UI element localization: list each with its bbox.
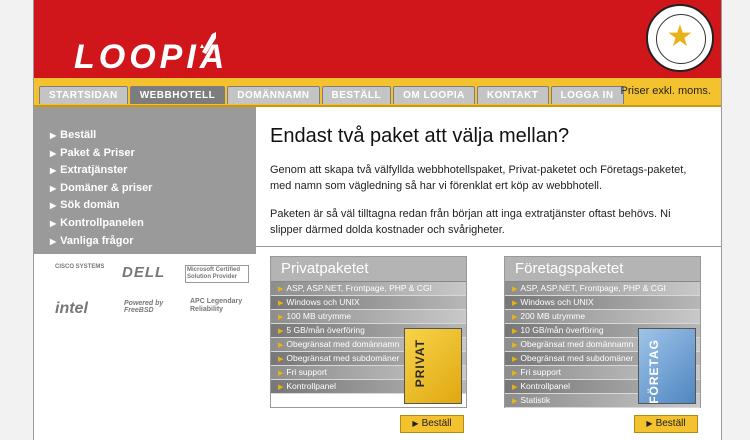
arrow-right-icon: ▶ bbox=[278, 384, 284, 391]
arrow-right-icon: ▶ bbox=[646, 419, 653, 428]
tab-domannamn[interactable]: DOMÄNNAMN bbox=[227, 86, 320, 104]
star-icon: ★ bbox=[666, 20, 694, 53]
product-box-label: PRIVAT bbox=[413, 339, 427, 388]
arrow-right-icon: ▶ bbox=[50, 148, 57, 158]
dell-logo: DELL bbox=[122, 264, 166, 281]
arrow-right-icon: ▶ bbox=[512, 384, 518, 391]
arrow-right-icon: ▶ bbox=[50, 236, 57, 246]
arrow-right-icon: ▶ bbox=[512, 314, 518, 321]
feature-item: ▶ ASP, ASP.NET, Frontpage, PHP & CGI bbox=[271, 282, 466, 296]
sidebar-item-bestall[interactable]: ▶ Beställ bbox=[50, 127, 256, 145]
arrow-right-icon: ▶ bbox=[278, 300, 284, 307]
sidebar-item-sok-doman[interactable]: ▶ Sök domän bbox=[50, 197, 256, 215]
info-paragraph: Paketen är så väl tilltagna redan från b… bbox=[270, 208, 671, 236]
arrow-right-icon: ▶ bbox=[50, 218, 57, 228]
sidebar-item-label: Paket & Priser bbox=[60, 146, 135, 159]
tab-logga-in[interactable]: LOGGA IN bbox=[550, 86, 624, 104]
arrow-right-icon: ▶ bbox=[412, 419, 419, 428]
feature-item: ▶ Windows och UNIX bbox=[271, 296, 466, 310]
arrow-right-icon: ▶ bbox=[278, 314, 284, 321]
arrow-right-icon: ▶ bbox=[512, 300, 518, 307]
sidebar-item-vanliga-fragor[interactable]: ▶ Vanliga frågor bbox=[50, 233, 256, 251]
arrow-right-icon: ▶ bbox=[512, 328, 518, 335]
arrow-right-icon: ▶ bbox=[50, 183, 57, 193]
intro-paragraph: Genom att skapa två välfyllda webbhotell… bbox=[270, 164, 687, 192]
sidebar-item-kontrollpanelen[interactable]: ▶ Kontrollpanelen bbox=[50, 215, 256, 233]
order-button-privat[interactable]: ▶ Beställ bbox=[400, 415, 464, 433]
product-box-foretag: FÖRETAG bbox=[638, 328, 696, 404]
product-box-label: FÖRETAG bbox=[647, 339, 661, 404]
sidebar-item-label: Kontrollpanelen bbox=[60, 216, 144, 229]
sidebar-item-label: Domäner & priser bbox=[60, 181, 153, 194]
intel-logo: intel bbox=[55, 300, 88, 317]
freebsd-logo: Powered by FreeBSD bbox=[124, 300, 164, 314]
sidebar: ▶ Beställ ▶ Paket & Priser ▶ Extratjänster … bbox=[34, 107, 256, 254]
microsoft-certified-logo: Microsoft Certified Solution Provider bbox=[185, 265, 249, 283]
sidebar-item-label: Vanliga frågor bbox=[60, 234, 134, 247]
feature-item: ▶ Windows och UNIX bbox=[505, 296, 700, 310]
page-title: Endast två paket att välja mellan? bbox=[270, 125, 570, 147]
arrow-right-icon: ▶ bbox=[278, 370, 284, 377]
arrow-right-icon: ▶ bbox=[512, 370, 518, 377]
arrow-right-icon: ▶ bbox=[50, 166, 57, 176]
arrow-right-icon: ▶ bbox=[50, 201, 57, 211]
tab-bestall[interactable]: BESTÄLL bbox=[321, 86, 392, 104]
package-title: Företagspaketet bbox=[505, 257, 700, 282]
sidebar-item-label: Beställ bbox=[60, 129, 97, 141]
arrow-right-icon: ▶ bbox=[278, 356, 284, 363]
apc-logo: APC Legendary Reliability bbox=[190, 298, 243, 313]
feature-item: ▶ 100 MB utrymme bbox=[271, 310, 466, 324]
feature-item: ▶ ASP, ASP.NET, Frontpage, PHP & CGI bbox=[505, 282, 700, 296]
header: LOOPIA ★ bbox=[34, 0, 721, 78]
sidebar-item-extratjanster[interactable]: ▶ Extratjänster bbox=[50, 162, 256, 180]
sidebar-item-label: Extratjänster bbox=[60, 164, 128, 177]
order-button-foretag[interactable]: ▶ Beställ bbox=[634, 415, 698, 433]
tab-kontakt[interactable]: KONTAKT bbox=[476, 86, 549, 104]
arrow-right-icon: ▶ bbox=[278, 342, 284, 349]
tab-om-loopia[interactable]: OM LOOPIA bbox=[393, 86, 475, 104]
cisco-logo: CISCO SYSTEMS bbox=[55, 264, 105, 270]
arrow-right-icon: ▶ bbox=[512, 398, 518, 405]
sidebar-item-paket-priser[interactable]: ▶ Paket & Priser bbox=[50, 145, 256, 163]
prices-note: Priser exkl. moms. bbox=[620, 85, 711, 97]
arrow-right-icon: ▶ bbox=[512, 356, 518, 363]
sidebar-item-label: Sök domän bbox=[60, 199, 120, 212]
arrow-right-icon: ▶ bbox=[512, 286, 518, 293]
product-box-privat: PRIVAT bbox=[404, 328, 462, 404]
arrow-right-icon: ▶ bbox=[50, 131, 57, 140]
feature-item: ▶ 200 MB utrymme bbox=[505, 310, 700, 324]
order-button-label: Beställ bbox=[421, 418, 452, 429]
tab-list: STARTSIDAN WEBBHOTELL DOMÄNNAMN BESTÄLL … bbox=[39, 86, 626, 104]
arrow-right-icon: ▶ bbox=[278, 286, 284, 293]
arrow-right-icon: ▶ bbox=[278, 328, 284, 335]
sidebar-item-domaner-priser[interactable]: ▶ Domäner & priser bbox=[50, 180, 256, 198]
tab-webbhotell[interactable]: WEBBHOTELL bbox=[129, 86, 226, 104]
rocket-icon bbox=[200, 32, 216, 56]
arrow-right-icon: ▶ bbox=[512, 342, 518, 349]
tab-startsidan[interactable]: STARTSIDAN bbox=[39, 86, 128, 104]
page: LOOPIA ★ STARTSIDAN WEBBHOTELL DOMÄNNAMN… bbox=[33, 0, 722, 440]
sidebar-menu: ▶ Beställ ▶ Paket & Priser ▶ Extratjänster … bbox=[34, 107, 256, 250]
content-divider bbox=[256, 246, 721, 247]
package-title: Privatpaketet bbox=[271, 257, 466, 282]
order-button-label: Beställ bbox=[655, 418, 686, 429]
main-navigation: STARTSIDAN WEBBHOTELL DOMÄNNAMN BESTÄLL … bbox=[34, 78, 721, 107]
award-seal: ★ bbox=[646, 4, 714, 72]
